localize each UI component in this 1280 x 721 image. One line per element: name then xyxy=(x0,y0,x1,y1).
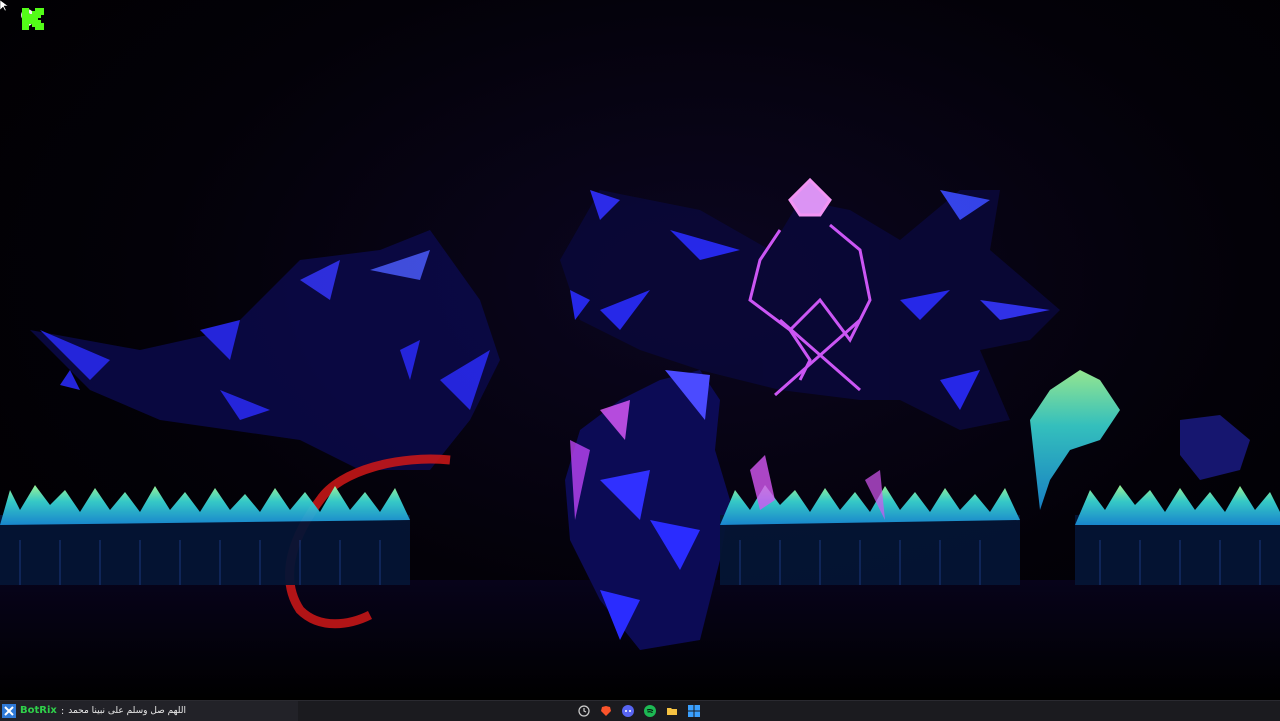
army-left xyxy=(0,485,410,585)
windows-start-icon[interactable] xyxy=(687,704,701,718)
chat-separator: : xyxy=(60,705,65,717)
game-viewport[interactable]: 9 xyxy=(0,0,1280,700)
chat-ticker: BotRix : اللهم صل وسلم على نبينا محمد xyxy=(0,701,298,721)
left-giant xyxy=(30,230,500,470)
timer-icon[interactable] xyxy=(577,704,591,718)
stream-overlay: 9 xyxy=(20,6,44,34)
chat-username: BotRix xyxy=(20,705,57,716)
discord-icon[interactable] xyxy=(621,704,635,718)
right-blob xyxy=(1180,415,1250,480)
obs-icon[interactable] xyxy=(2,704,16,718)
brave-browser-icon[interactable] xyxy=(599,704,613,718)
taskbar: BotRix : اللهم صل وسلم على نبينا محمد xyxy=(0,700,1280,721)
army-middle xyxy=(720,455,1020,585)
taskbar-pinned-apps xyxy=(577,701,701,721)
chat-message: اللهم صل وسلم على نبينا محمد xyxy=(68,706,187,716)
file-explorer-icon[interactable] xyxy=(665,704,679,718)
cyan-flame-cluster xyxy=(1030,370,1120,510)
spotify-icon[interactable] xyxy=(643,704,657,718)
game-scene-art xyxy=(0,177,1280,700)
army-right xyxy=(1075,485,1280,585)
mouse-cursor-icon xyxy=(0,0,8,12)
kick-logo-icon xyxy=(22,8,44,30)
